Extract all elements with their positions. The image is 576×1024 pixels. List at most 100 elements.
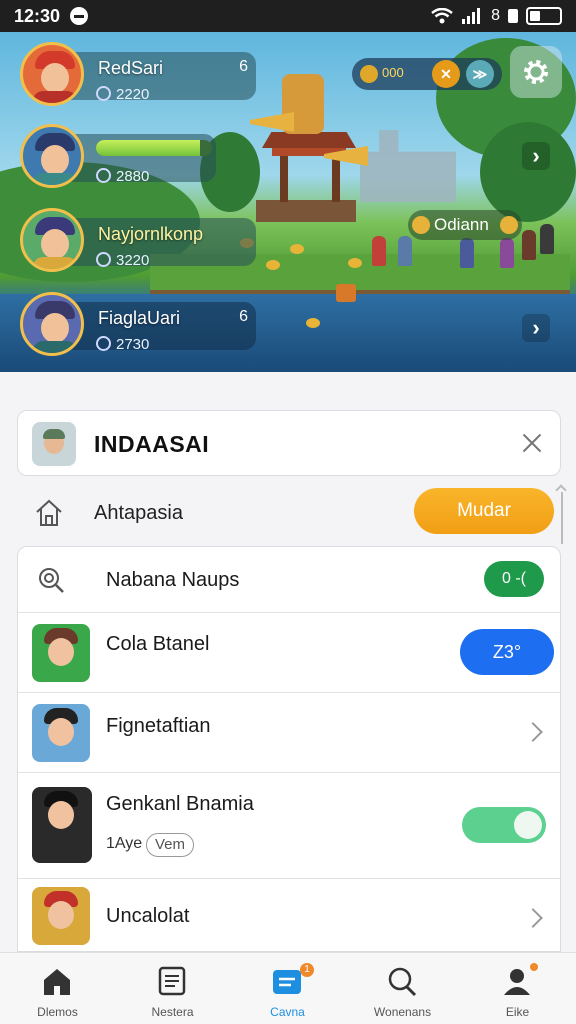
tab-badge: [530, 963, 538, 971]
tree-decor: [480, 122, 576, 222]
temple-pillar: [280, 156, 288, 202]
status-indicators: 8: [431, 7, 562, 25]
score-icon: [96, 86, 111, 101]
player-score: 2880: [116, 168, 150, 185]
tab-badge: 1: [300, 963, 314, 977]
status-bar: 12:30 8: [0, 0, 576, 32]
player-row-2[interactable]: 2880: [20, 124, 216, 190]
player-row-4[interactable]: FiaglaUari 2730 6: [20, 292, 256, 358]
avatar-body: [33, 173, 77, 185]
coin-decor: [306, 318, 320, 328]
thumb-face: [48, 638, 74, 666]
player-row-3[interactable]: Nayjornlkonp 3220: [20, 208, 256, 274]
avatar-body: [33, 91, 77, 103]
chevron-right-icon[interactable]: [523, 908, 543, 928]
hud-value: 000: [382, 65, 404, 80]
blue-pill-button[interactable]: Z3°: [460, 629, 554, 675]
player-progress-bar: [96, 140, 212, 156]
player-avatar[interactable]: [20, 42, 84, 106]
home-icon: [36, 499, 62, 526]
sword-icon[interactable]: ✕: [432, 60, 460, 88]
game-thumbnail: [32, 624, 90, 682]
player-mark: 6: [239, 58, 248, 75]
signal-icon: [462, 8, 481, 24]
avatar-face: [41, 145, 69, 175]
player-row-1[interactable]: RedSari 2220 6: [20, 42, 256, 108]
villager-figure: [540, 224, 554, 254]
temple-base: [256, 200, 356, 222]
list-item[interactable]: Uncalolat: [18, 879, 560, 951]
game-banner[interactable]: RedSari 2220 6 2880 Nayjornlkonp 3220 Fi…: [0, 32, 576, 372]
player-avatar[interactable]: [20, 292, 84, 356]
bottom-tab-bar: Dlemos Nestera 1 Cavna Wonenans Eike: [0, 952, 576, 1024]
coin-decor: [266, 260, 280, 270]
player-mark: 6: [239, 308, 248, 325]
score-icon: [96, 252, 111, 267]
mudar-button[interactable]: Mudar: [414, 488, 554, 534]
search-card[interactable]: INDAASAI: [17, 410, 561, 476]
home-row[interactable]: Ahtapasia Mudar: [0, 482, 576, 544]
player-score: 3220: [116, 252, 150, 269]
home-icon: [44, 969, 70, 995]
wifi-icon: [431, 8, 453, 24]
list-item[interactable]: Fignetaftian: [18, 693, 560, 773]
tab-label: Nestera: [151, 1005, 194, 1019]
player-score: 2730: [116, 336, 150, 353]
list-item-label: Nabana Naups: [106, 569, 240, 591]
villager-figure: [398, 236, 412, 266]
tab-label: Dlemos: [37, 1005, 78, 1019]
list-item[interactable]: Cola Btanel Z3°: [18, 613, 560, 693]
sim-icon: [508, 9, 518, 23]
tab-news[interactable]: Nestera: [115, 953, 230, 1024]
do-not-disturb-icon: [70, 7, 89, 25]
list-item[interactable]: Nabana Naups 0 -(: [18, 547, 560, 613]
version-tag: Vem: [146, 833, 195, 857]
coin-icon: [360, 65, 378, 83]
villager-figure: [372, 236, 386, 266]
search-icon: [39, 568, 64, 593]
villager-figure: [522, 230, 536, 260]
tab-label: Wonenans: [373, 1005, 432, 1019]
status-time: 12:30: [14, 5, 61, 26]
game-thumbnail: [32, 887, 90, 945]
avatar-face: [41, 229, 69, 259]
player-name: RedSari: [98, 58, 164, 78]
close-icon[interactable]: [518, 429, 546, 457]
run-icon[interactable]: ≫: [466, 60, 494, 88]
tab-label: Eike: [505, 1005, 530, 1019]
search-icon: [388, 967, 417, 997]
hud-currency-pill[interactable]: 000 ✕ ≫: [352, 58, 502, 90]
game-thumbnail: [32, 787, 92, 863]
score-icon: [96, 336, 111, 351]
thumb-face: [48, 901, 74, 929]
banner-label: Odiann: [434, 215, 489, 234]
list-item[interactable]: Genkanl Bnamia 1Aye Vem: [18, 773, 560, 879]
banner-label-pill[interactable]: Odiann: [408, 210, 522, 240]
home-label: Ahtapasia: [94, 502, 183, 524]
scroll-indicator[interactable]: [556, 484, 568, 544]
news-icon: [158, 966, 186, 996]
avatar-face: [41, 313, 69, 343]
battery-icon: [526, 7, 562, 25]
settings-button[interactable]: [510, 46, 562, 98]
tab-games[interactable]: 1 Cavna: [230, 953, 345, 1024]
temple-roof: [262, 132, 356, 148]
player-avatar[interactable]: [20, 124, 84, 188]
profile-icon: [504, 969, 530, 995]
player-avatar[interactable]: [20, 208, 84, 272]
avatar-body: [33, 257, 77, 269]
coin-decor: [290, 244, 304, 254]
next-arrow-button[interactable]: ›: [522, 142, 550, 170]
player-name: Nayjornlkonp: [98, 224, 204, 244]
tab-profile[interactable]: Eike: [460, 953, 575, 1024]
next-arrow-button[interactable]: ›: [522, 314, 550, 342]
coin-icon: [412, 216, 430, 234]
castle-decor: [360, 130, 456, 202]
content-sheet: INDAASAI Ahtapasia Mudar Nabana Naups 0 …: [0, 372, 576, 952]
player-score: 2220: [116, 86, 150, 103]
chevron-right-icon[interactable]: [523, 722, 543, 742]
status-badge[interactable]: 0 -(: [484, 561, 544, 597]
tab-search[interactable]: Wonenans: [345, 953, 460, 1024]
toggle-switch[interactable]: [462, 807, 546, 843]
tab-home[interactable]: Dlemos: [0, 953, 115, 1024]
